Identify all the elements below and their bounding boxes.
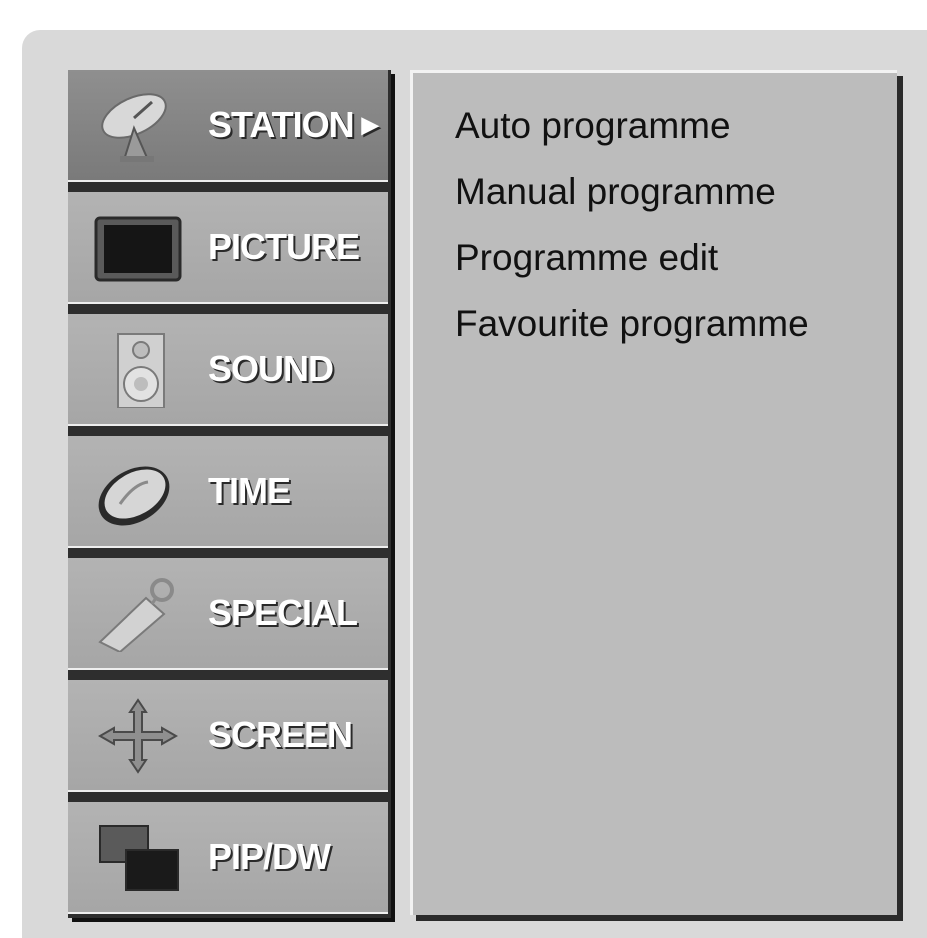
menu-item-special[interactable]: SPECIAL [68, 558, 388, 670]
satellite-dish-icon [90, 88, 186, 164]
submenu-arrow-icon: ▶ [361, 112, 379, 137]
submenu-item-programme-edit[interactable]: Programme edit [455, 237, 718, 279]
submenu-item-favourite-programme[interactable]: Favourite programme [455, 303, 809, 345]
menu-item-screen[interactable]: SCREEN [68, 680, 388, 792]
menu-label-station: STATION ▶ [208, 104, 379, 145]
menu-label-picture: PICTURE [208, 226, 360, 267]
move-arrows-icon [90, 698, 186, 774]
main-menu: STATION ▶ PICTURE SOUND TIME SPECIAL SCR… [68, 70, 391, 918]
clock-disc-icon [90, 454, 186, 530]
menu-label-sound: SOUND [208, 348, 334, 389]
menu-item-pip-dw[interactable]: PIP/DW [68, 802, 388, 914]
submenu-item-auto-programme[interactable]: Auto programme [455, 105, 731, 147]
menu-label-screen: SCREEN [208, 714, 353, 755]
pip-windows-icon [90, 820, 186, 896]
menu-label-special: SPECIAL [208, 592, 358, 633]
menu-item-sound[interactable]: SOUND [68, 314, 388, 426]
tv-screen-icon [90, 210, 186, 286]
menu-label-time: TIME [208, 470, 291, 511]
menu-item-picture[interactable]: PICTURE [68, 192, 388, 304]
submenu-item-manual-programme[interactable]: Manual programme [455, 171, 776, 213]
menu-item-time[interactable]: TIME [68, 436, 388, 548]
submenu-panel: Auto programme Manual programme Programm… [410, 70, 897, 915]
menu-item-station[interactable]: STATION ▶ [68, 70, 388, 182]
special-key-icon [90, 576, 186, 652]
menu-label-pip-dw: PIP/DW [208, 836, 331, 877]
speaker-icon [90, 332, 186, 408]
